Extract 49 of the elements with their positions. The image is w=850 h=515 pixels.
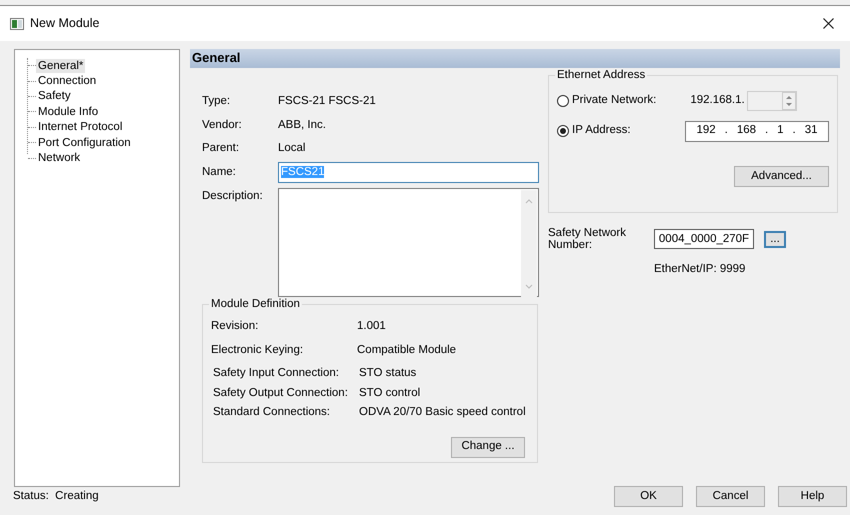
tree-item[interactable]: General* (36, 58, 86, 73)
field-label: Safety Network Number: (548, 227, 627, 251)
field-value: Local (278, 141, 306, 156)
field-label: Safety Output Connection: (213, 386, 349, 401)
section-header: General (190, 49, 840, 68)
tree-item[interactable]: Safety (36, 89, 73, 104)
radio-label[interactable]: Private Network: (572, 92, 656, 110)
field-value: 192.168.1. (690, 93, 745, 108)
group-title: Ethernet Address (556, 68, 646, 82)
tree-item[interactable]: Connection (36, 74, 98, 88)
description-field[interactable] (278, 188, 539, 297)
field-value: ODVA 20/70 Basic speed control (359, 405, 526, 420)
field-value: FSCS-21 FSCS-21 (278, 94, 376, 110)
change-button[interactable]: Change ... (451, 436, 525, 458)
safety-network-field: 0004_0000_270F (654, 229, 754, 249)
field-label: Standard Connections: (213, 405, 331, 420)
field-label: Description: (202, 189, 264, 204)
field-value: Compatible Module (357, 342, 456, 358)
field-label: Type: (202, 94, 232, 110)
field-label: Name: (202, 164, 237, 180)
dialog-button[interactable]: Cancel (696, 486, 765, 507)
field-value: ABB, Inc. (278, 118, 326, 133)
spin-arrows-icon[interactable] (782, 92, 796, 110)
dialog-button[interactable]: OK (614, 486, 683, 507)
field-value: STO status (359, 366, 416, 382)
tree-item[interactable]: Port Configuration (36, 136, 133, 150)
close-icon[interactable] (823, 18, 834, 29)
field-value: STO control (359, 386, 420, 401)
network-info: EtherNet/IP: 9999 (654, 262, 746, 277)
status-text: Status: Creating (13, 488, 100, 504)
field-label: Revision: (211, 319, 260, 334)
dialog-button[interactable]: Help (778, 486, 847, 507)
radio-button[interactable] (557, 95, 569, 107)
window-icon (10, 18, 24, 30)
field-value: 1.001 (357, 319, 386, 334)
radio-button[interactable] (557, 125, 569, 137)
field-label: Vendor: (202, 118, 243, 133)
browse-button[interactable]: ... (764, 230, 786, 248)
advanced-button[interactable]: Advanced... (734, 166, 829, 187)
tree-item[interactable]: Module Info (36, 104, 100, 119)
group-title: Module Definition (210, 297, 301, 311)
window-title: New Module (30, 15, 100, 32)
field-label: Safety Input Connection: (213, 366, 340, 382)
field-label: Electronic Keying: (211, 342, 304, 358)
tree-item[interactable]: Internet Protocol (36, 120, 124, 134)
tree-item[interactable]: Network (36, 151, 82, 166)
ip-address-field[interactable]: 192 . 168 . 1 . 31 (685, 120, 829, 142)
radio-label[interactable]: IP Address: (572, 122, 631, 140)
field-label: Parent: (202, 141, 240, 156)
